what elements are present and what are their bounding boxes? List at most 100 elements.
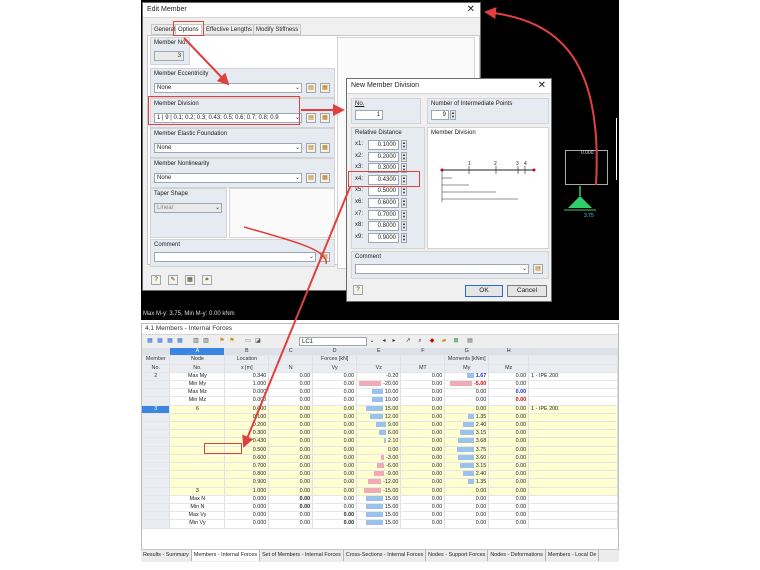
- location-cell[interactable]: 0.000: [224, 503, 270, 513]
- mz-cell[interactable]: 0.00: [488, 495, 530, 504]
- edit-division-icon[interactable]: ▦: [320, 113, 330, 123]
- vy-cell[interactable]: 0.00: [312, 380, 358, 390]
- mt-cell[interactable]: 0.00: [400, 503, 446, 513]
- mt-cell[interactable]: 0.00: [400, 396, 446, 406]
- mt-cell[interactable]: 0.00: [400, 388, 446, 398]
- location-cell[interactable]: 1.000: [224, 380, 270, 390]
- comment-cell[interactable]: [528, 396, 618, 406]
- my-cell[interactable]: 3.68: [444, 437, 490, 447]
- location-cell[interactable]: 0.300: [224, 429, 270, 439]
- n-cell[interactable]: 0.00: [268, 495, 314, 504]
- comment-cell[interactable]: [528, 413, 618, 422]
- edit-eccentricity-icon[interactable]: ▦: [320, 83, 330, 93]
- col-letter[interactable]: H: [488, 348, 530, 357]
- next-icon[interactable]: ▸: [390, 337, 398, 345]
- table-row[interactable]: 0.100 0.00 0.00 12.00 0.00 1.35 0.00: [142, 413, 618, 422]
- comment-cell[interactable]: 1 - IPE 200: [528, 405, 618, 414]
- bottom-tab[interactable]: Members - Internal Forces: [191, 550, 261, 561]
- node-cell[interactable]: [169, 421, 226, 431]
- help-icon[interactable]: ?: [151, 275, 161, 285]
- member-no-cell[interactable]: [142, 487, 171, 496]
- comment-cell[interactable]: [528, 446, 618, 455]
- n-cell[interactable]: 0.00: [268, 421, 314, 431]
- n-cell[interactable]: 0.00: [268, 437, 314, 447]
- comment-cell[interactable]: [528, 503, 618, 513]
- vz-cell[interactable]: 15.00: [356, 511, 402, 521]
- tab-modify-stiffness[interactable]: Modify Stiffness: [253, 24, 302, 35]
- distance-field[interactable]: 0.6000: [368, 198, 399, 208]
- table-row[interactable]: 3 6 0.000 0.00 0.00 15.00 0.00 0.00 0.00 1 - IPE …: [142, 405, 618, 414]
- vy-cell[interactable]: 0.00: [312, 429, 358, 439]
- comment-cell[interactable]: [528, 478, 618, 488]
- vz-cell[interactable]: -12.00: [356, 478, 402, 488]
- n-cell[interactable]: 0.00: [268, 388, 314, 398]
- location-cell[interactable]: 0.000: [224, 388, 270, 398]
- vy-cell[interactable]: 0.00: [312, 519, 358, 529]
- vz-cell[interactable]: 6.00: [356, 429, 402, 439]
- member-no-cell[interactable]: [142, 511, 171, 521]
- distance-spinner[interactable]: ▲ ▼: [401, 221, 407, 232]
- col-letter[interactable]: A: [169, 348, 226, 357]
- mz-cell[interactable]: 0.00: [488, 429, 530, 439]
- col-letter[interactable]: E: [356, 348, 402, 357]
- mt-cell[interactable]: 0.00: [400, 478, 446, 488]
- bottom-tab[interactable]: Set of Members - Internal Forces: [260, 550, 344, 561]
- vy-cell[interactable]: 0.00: [312, 396, 358, 406]
- bottom-tab[interactable]: Nodes - Support Forces: [426, 550, 489, 561]
- vy-cell[interactable]: 0.00: [312, 487, 358, 496]
- table-row[interactable]: 0.600 0.00 0.00 -3.00 0.00 3.60 0.00: [142, 454, 618, 463]
- table-row[interactable]: Max Mz 0.000 0.00 0.00 10.00 0.00 0.00 0.00: [142, 388, 618, 398]
- member-no-cell[interactable]: [142, 446, 171, 455]
- node-cell[interactable]: Max N: [169, 495, 226, 504]
- member-no-cell[interactable]: [142, 396, 171, 406]
- mz-cell[interactable]: 0.00: [488, 437, 530, 447]
- bottom-tab[interactable]: Cross-Sections - Internal Forces: [344, 550, 427, 561]
- location-cell[interactable]: 0.000: [224, 405, 270, 414]
- search-icon[interactable]: ⌕: [416, 337, 424, 345]
- node-cell[interactable]: Max Mz: [169, 388, 226, 398]
- col-letter[interactable]: F: [400, 348, 446, 357]
- table-row[interactable]: Max N 0.000 0.00 0.00 15.00 0.00 0.00 0.00: [142, 495, 618, 504]
- mz-cell[interactable]: 0.00: [488, 470, 530, 480]
- location-cell[interactable]: 0.000: [224, 495, 270, 504]
- member-no-cell[interactable]: [142, 503, 171, 513]
- new-division-icon[interactable]: ▤: [306, 113, 316, 123]
- tab-effective-lengths[interactable]: Effective Lengths: [203, 24, 255, 35]
- my-cell[interactable]: 0.00: [444, 487, 490, 496]
- vz-cell[interactable]: 9.00: [356, 421, 402, 431]
- col-letter[interactable]: D: [312, 348, 358, 357]
- comment-input[interactable]: ⌄: [154, 252, 316, 262]
- member-no-cell[interactable]: 2: [142, 372, 171, 381]
- no-field[interactable]: 1: [355, 110, 383, 120]
- my-cell[interactable]: 2.40: [444, 421, 490, 431]
- points-field[interactable]: 9: [431, 110, 449, 120]
- my-cell[interactable]: 1.35: [444, 478, 490, 488]
- bottom-tab[interactable]: Members - Local De: [546, 550, 600, 561]
- comment-cell[interactable]: [528, 519, 618, 529]
- member-no-cell[interactable]: [142, 495, 171, 504]
- vy-cell[interactable]: 0.00: [312, 454, 358, 463]
- comment-cell[interactable]: [528, 454, 618, 463]
- node-cell[interactable]: 3: [169, 487, 226, 496]
- location-cell[interactable]: 0.600: [224, 454, 270, 463]
- comment-library-icon[interactable]: ▤: [533, 264, 543, 274]
- distance-field[interactable]: 0.9000: [368, 232, 399, 243]
- table-row[interactable]: 0.700 0.00 0.00 -6.00 0.00 3.15 0.00: [142, 462, 618, 472]
- mt-cell[interactable]: 0.00: [400, 413, 446, 422]
- distance-spinner[interactable]: ▲ ▼: [401, 186, 407, 197]
- table-icon[interactable]: ▦: [146, 337, 154, 345]
- comment-cell[interactable]: 1 - IPE 200: [528, 372, 618, 381]
- comment-cell[interactable]: [528, 429, 618, 439]
- my-cell[interactable]: 2.40: [444, 470, 490, 480]
- n-cell[interactable]: 0.00: [268, 405, 314, 414]
- excel-icon[interactable]: ⊠: [452, 337, 460, 345]
- view-icon[interactable]: ▭: [244, 337, 252, 345]
- n-cell[interactable]: 0.00: [268, 462, 314, 472]
- graphic-icon[interactable]: ◆: [428, 337, 436, 345]
- mz-cell[interactable]: 0.00: [488, 388, 530, 398]
- mz-cell[interactable]: 0.00: [488, 446, 530, 455]
- n-cell[interactable]: 0.00: [268, 478, 314, 488]
- view-icon[interactable]: ◪: [254, 337, 262, 345]
- mt-cell[interactable]: 0.00: [400, 511, 446, 521]
- vz-cell[interactable]: -20.00: [356, 380, 402, 390]
